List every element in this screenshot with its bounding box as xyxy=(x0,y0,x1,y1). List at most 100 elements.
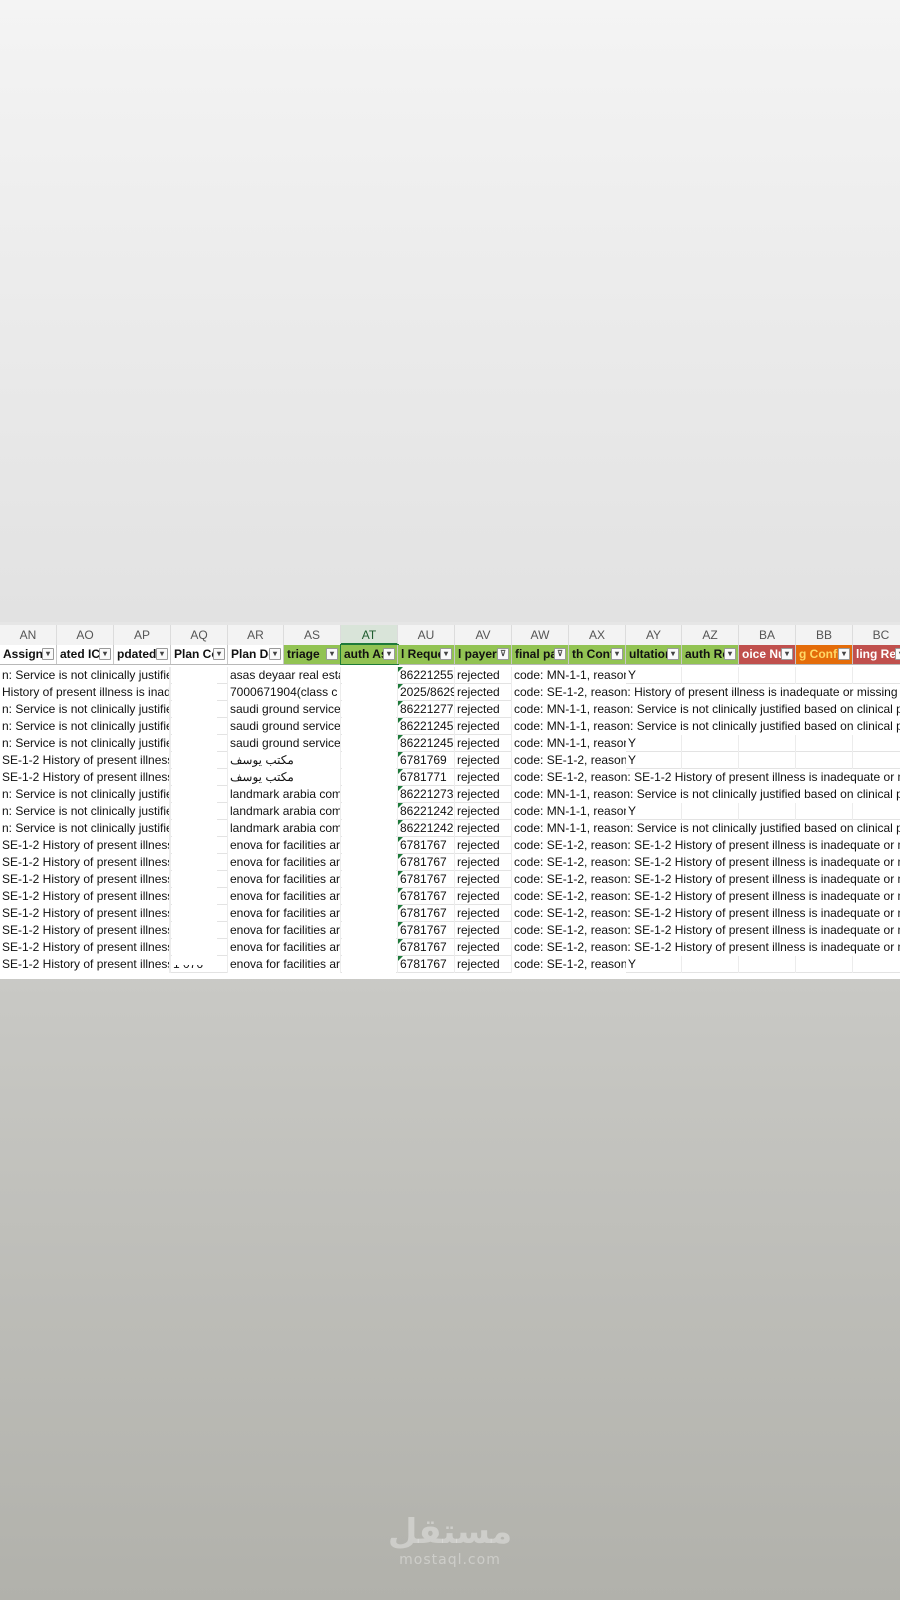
header-at[interactable]: auth As ▾ xyxy=(340,644,399,665)
table-row[interactable]: SE-1-2 History of present illness 076eno… xyxy=(0,905,900,922)
header-bb[interactable]: g Confi ▾ xyxy=(796,645,853,664)
column-letter-av[interactable]: AV xyxy=(455,625,512,645)
cell-au[interactable]: 6781767 xyxy=(398,922,455,939)
column-letter-ax[interactable]: AX xyxy=(569,625,626,645)
cell-au[interactable]: 86221255 xyxy=(398,667,455,684)
filter-dropdown-icon[interactable]: ▾ xyxy=(724,648,736,660)
grid-cell[interactable] xyxy=(796,735,853,752)
cell-av[interactable]: rejected xyxy=(455,735,512,752)
grid-cell[interactable] xyxy=(796,667,853,684)
table-row[interactable]: n: Service is not clinically justified 9… xyxy=(0,735,900,752)
column-letter-az[interactable]: AZ xyxy=(682,625,739,645)
grid-cell[interactable] xyxy=(682,735,739,752)
grid-cell[interactable] xyxy=(853,735,900,752)
cell-av[interactable]: rejected xyxy=(455,956,512,973)
table-row[interactable]: n: Service is not clinically justified 0… xyxy=(0,786,900,803)
cell-an[interactable]: SE-1-2 History of present illness xyxy=(0,922,170,939)
table-row[interactable]: SE-1-2 History of present illness 076eno… xyxy=(0,871,900,888)
filter-dropdown-icon[interactable]: ▾ xyxy=(99,648,111,660)
cell-an[interactable]: n: Service is not clinically justified xyxy=(0,701,170,718)
table-row[interactable]: SE-1-2 History of present illness 076eno… xyxy=(0,922,900,939)
cell-au[interactable]: 86221277 xyxy=(398,701,455,718)
cell-aw[interactable]: code: MN-1-1, reason: Service is not cli… xyxy=(512,701,900,718)
cell-an[interactable]: n: Service is not clinically justified xyxy=(0,786,170,803)
cell-ar[interactable]: مكتب يوسف xyxy=(228,752,341,769)
cell-ar[interactable]: saudi ground service xyxy=(228,701,341,718)
cell-au[interactable]: 6781767 xyxy=(398,871,455,888)
cell-ar[interactable]: enova for facilities ar xyxy=(228,888,341,905)
cell-av[interactable]: rejected xyxy=(455,667,512,684)
cell-an[interactable]: n: Service is not clinically justified xyxy=(0,667,170,684)
cell-au[interactable]: 6781771 xyxy=(398,769,455,786)
cell-aw[interactable]: code: SE-1-2, reason: SE-1-2 History of … xyxy=(512,905,900,922)
column-letter-as[interactable]: AS xyxy=(284,625,341,645)
cell-av[interactable]: rejected xyxy=(455,701,512,718)
cell-ar[interactable]: asas deyaar real esta xyxy=(228,667,341,684)
column-letter-aq[interactable]: AQ xyxy=(171,625,228,645)
cell-ar[interactable]: مكتب يوسف xyxy=(228,769,341,786)
cell-aw[interactable]: code: MN-1-1, reason xyxy=(512,735,626,752)
cell-ay[interactable]: Y xyxy=(626,752,682,769)
cell-ar[interactable]: enova for facilities ar xyxy=(228,956,341,973)
table-row[interactable]: SE-1-2 History of present illness 076eno… xyxy=(0,888,900,905)
filter-dropdown-icon[interactable]: ▾ xyxy=(383,648,395,660)
cell-av[interactable]: rejected xyxy=(455,905,512,922)
table-row[interactable]: History of present illness is inade 7787… xyxy=(0,684,900,701)
cell-au[interactable]: 6781767 xyxy=(398,888,455,905)
cell-av[interactable]: rejected xyxy=(455,769,512,786)
grid-cell[interactable] xyxy=(796,752,853,769)
cell-ar[interactable]: enova for facilities ar xyxy=(228,871,341,888)
header-ay[interactable]: ultation ▾ xyxy=(626,645,682,664)
header-an[interactable]: Assigne ▾ xyxy=(0,645,57,664)
grid-cell[interactable] xyxy=(853,667,900,684)
cell-aw[interactable]: code: SE-1-2, reason: SE-1-2 History of … xyxy=(512,922,900,939)
cell-au[interactable]: 86221242 xyxy=(398,803,455,820)
cell-an[interactable]: SE-1-2 History of present illness xyxy=(0,854,170,871)
grid-cell[interactable] xyxy=(739,735,796,752)
cell-ay[interactable]: Y xyxy=(626,956,682,973)
cell-ar[interactable]: 7000671904(class c - xyxy=(228,684,341,701)
table-row[interactable]: SE-1-2 History of present illness 9مكتب … xyxy=(0,752,900,769)
grid-cell[interactable] xyxy=(853,956,900,973)
table-row[interactable]: SE-1-2 History of present illness 9مكتب … xyxy=(0,769,900,786)
cell-au[interactable]: 86221245 xyxy=(398,735,455,752)
table-row[interactable]: SE-1-2 History of present illness1 076en… xyxy=(0,956,900,973)
header-av[interactable]: l payer ⊽ xyxy=(455,645,512,664)
header-as[interactable]: triage ▾ xyxy=(284,645,341,664)
cell-av[interactable]: rejected xyxy=(455,786,512,803)
filter-dropdown-icon[interactable]: ▾ xyxy=(895,648,900,660)
cell-ar[interactable]: landmark arabia com xyxy=(228,803,341,820)
cell-au[interactable]: 6781767 xyxy=(398,905,455,922)
cell-ar[interactable]: saudi ground service xyxy=(228,718,341,735)
cell-ar[interactable]: landmark arabia com xyxy=(228,786,341,803)
grid-cell[interactable] xyxy=(796,803,853,820)
column-letter-bc[interactable]: BC xyxy=(853,625,900,645)
cell-av[interactable]: rejected xyxy=(455,854,512,871)
table-row[interactable]: n: Service is not clinically justified 1… xyxy=(0,820,900,837)
column-letter-ao[interactable]: AO xyxy=(57,625,114,645)
cell-au[interactable]: 6781767 xyxy=(398,837,455,854)
column-letter-ap[interactable]: AP xyxy=(114,625,171,645)
cell-ar[interactable]: enova for facilities ar xyxy=(228,905,341,922)
column-letter-ay[interactable]: AY xyxy=(626,625,682,645)
filter-dropdown-icon[interactable]: ▾ xyxy=(781,648,793,660)
column-letter-au[interactable]: AU xyxy=(398,625,455,645)
filter-dropdown-icon[interactable]: ▾ xyxy=(667,648,679,660)
filter-dropdown-icon[interactable]: ⊽ xyxy=(554,648,566,660)
cell-aw[interactable]: code: MN-1-1, reason: Service is not cli… xyxy=(512,820,900,837)
cell-an[interactable]: SE-1-2 History of present illness xyxy=(0,939,170,956)
cell-au[interactable]: 86221242 xyxy=(398,820,455,837)
grid-cell[interactable] xyxy=(682,956,739,973)
cell-an[interactable]: SE-1-2 History of present illness xyxy=(0,752,170,769)
cell-ar[interactable]: enova for facilities ar xyxy=(228,939,341,956)
header-ax[interactable]: th Conf ▾ xyxy=(569,645,626,664)
column-letter-bb[interactable]: BB xyxy=(796,625,853,645)
cell-au[interactable]: 6781767 xyxy=(398,854,455,871)
cell-ay[interactable]: Y xyxy=(626,667,682,684)
cell-au[interactable]: 6781769 xyxy=(398,752,455,769)
cell-aw[interactable]: code: SE-1-2, reason: History of present… xyxy=(512,684,900,701)
filter-dropdown-icon[interactable]: ⊽ xyxy=(497,648,509,660)
table-row[interactable]: SE-1-2 History of present illness 076eno… xyxy=(0,939,900,956)
header-ba[interactable]: oice Nu ▾ xyxy=(739,645,796,664)
filter-dropdown-icon[interactable]: ▾ xyxy=(42,648,54,660)
